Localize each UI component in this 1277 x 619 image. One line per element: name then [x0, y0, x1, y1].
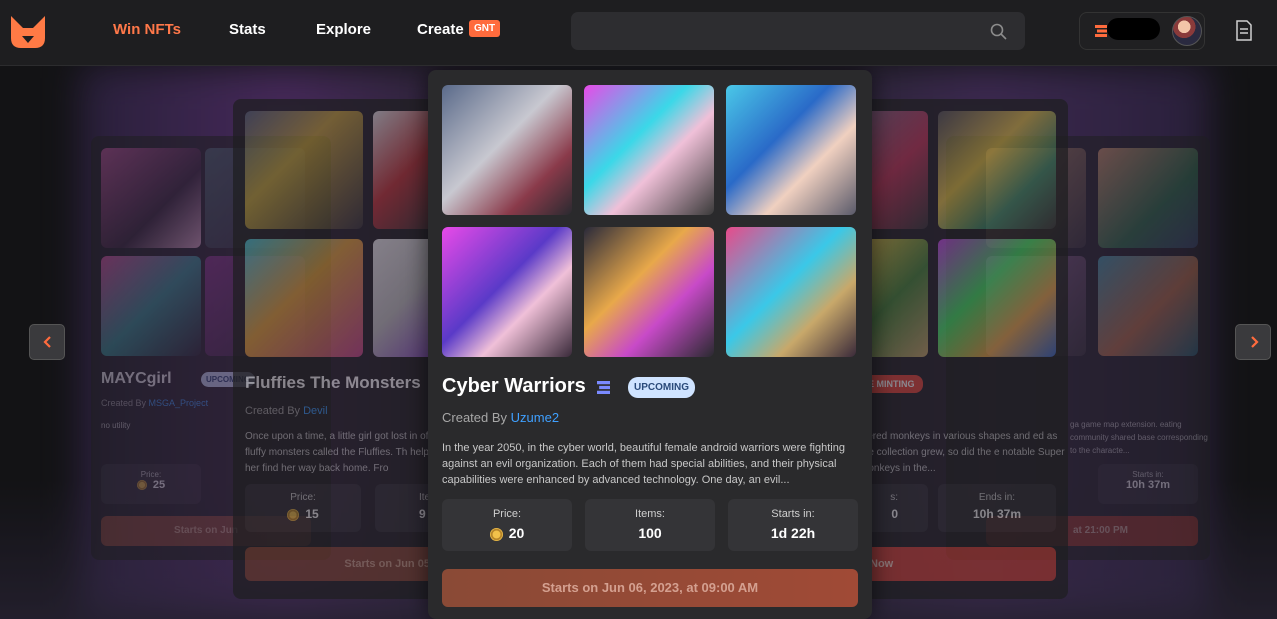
creator-link[interactable]: Devil [303, 405, 327, 417]
nft-thumbnail [101, 256, 201, 356]
price-stat: Price: 20 [442, 499, 572, 551]
ends-in-label: Ends in: [978, 492, 1016, 503]
collection-title[interactable]: Cyber Warriors [442, 375, 586, 398]
ends-in-value: 10h 37m [972, 507, 1022, 521]
created-by-label: Created By [245, 405, 301, 417]
gnt-badge: GNT [469, 20, 501, 37]
created-by-label: Created By [101, 398, 147, 408]
price-value: 25 [152, 479, 166, 491]
nft-thumbnail [726, 227, 856, 357]
chevron-left-icon [43, 336, 51, 348]
nft-thumbnail [938, 111, 1056, 229]
items-value: 100 [638, 525, 662, 541]
price-label: Price: [140, 470, 162, 479]
price-stat: Price: 15 [245, 484, 361, 532]
nft-thumbnail [442, 85, 572, 215]
coin-icon [489, 527, 503, 541]
account-widget[interactable] [1079, 12, 1205, 50]
status-badge: UPCOMING [628, 377, 695, 398]
nft-thumbnail [245, 111, 363, 229]
token-icon [597, 381, 610, 394]
starts-on-button[interactable]: Starts on Jun 06, 2023, at 09:00 AM [442, 569, 858, 607]
starts-in-label: Starts in: [771, 508, 815, 520]
nft-thumbnail [101, 148, 201, 248]
nft-thumbnail [938, 239, 1056, 357]
collection-description: no utility [101, 421, 131, 430]
search-input[interactable] [571, 12, 1025, 50]
price-value: 15 [305, 507, 319, 521]
creator-link[interactable]: Uzume2 [511, 410, 559, 425]
items-label: Items: [635, 508, 665, 520]
nft-thumbnail [442, 227, 572, 357]
price-value: 20 [508, 525, 525, 541]
search-icon[interactable] [990, 23, 1007, 40]
carousel-next-button[interactable] [1235, 324, 1271, 360]
document-icon[interactable] [1235, 20, 1253, 41]
carousel-prev-button[interactable] [29, 324, 65, 360]
mint-now-button[interactable]: Now [860, 547, 1056, 581]
ends-in-stat: Ends in: 10h 37m [938, 484, 1056, 532]
nft-thumbnail [726, 85, 856, 215]
top-navbar: Win NFTs Stats Explore Create GNT [0, 0, 1277, 66]
starts-in-value: 10h 37m [1125, 479, 1171, 491]
chevron-right-icon [1251, 336, 1259, 348]
balance-redacted [1107, 18, 1160, 40]
nft-thumbnail [584, 227, 714, 357]
collection-title[interactable]: MAYCgirl [101, 370, 172, 388]
collection-description: wered monkeys in various shapes and ed a… [860, 431, 1065, 474]
fox-logo-icon[interactable] [9, 12, 47, 50]
nav-stats[interactable]: Stats [229, 21, 266, 38]
avatar[interactable] [1172, 16, 1202, 46]
coin-icon [136, 480, 147, 491]
starts-in-stat: Starts in: 1d 22h [728, 499, 858, 551]
creator-link[interactable]: MSGA_Project [149, 398, 209, 408]
collection-title[interactable]: Fluffies The Monsters [245, 373, 421, 393]
created-by-label: Created By [442, 410, 508, 425]
nft-thumbnail [584, 85, 714, 215]
starts-on-button[interactable]: Starts on Jun 05, [245, 547, 443, 581]
collection-description: ga game map extension. eating community … [1070, 420, 1208, 455]
nav-create[interactable]: Create [417, 21, 464, 38]
collection-description: In the year 2050, in the cyber world, be… [442, 442, 845, 486]
price-label: Price: [290, 492, 316, 503]
items-stat: Items: 100 [585, 499, 715, 551]
collection-card-monkeys[interactable]: E MINTING wered monkeys in various shape… [840, 99, 1068, 599]
collection-card-fluffies[interactable]: Fluffies The Monsters Created By Devil O… [233, 99, 443, 599]
nav-win-nfts[interactable]: Win NFTs [113, 21, 181, 38]
price-label: Price: [492, 508, 522, 520]
price-stat: Price: 25 [101, 464, 201, 504]
nft-thumbnail [1098, 148, 1198, 248]
nft-thumbnail [245, 239, 363, 357]
starts-in-label: Starts in: [1132, 470, 1164, 479]
coin-icon [287, 508, 300, 521]
starts-in-value: 1d 22h [770, 525, 816, 541]
token-icon [1095, 25, 1107, 37]
nft-thumbnail [1098, 256, 1198, 356]
collection-card-cyber-warriors[interactable]: Cyber Warriors UPCOMING Created By Uzume… [428, 70, 872, 619]
collection-description: Once upon a time, a little girl got lost… [245, 431, 441, 474]
nav-explore[interactable]: Explore [316, 21, 371, 38]
starts-in-stat: Starts in: 10h 37m [1098, 464, 1198, 504]
